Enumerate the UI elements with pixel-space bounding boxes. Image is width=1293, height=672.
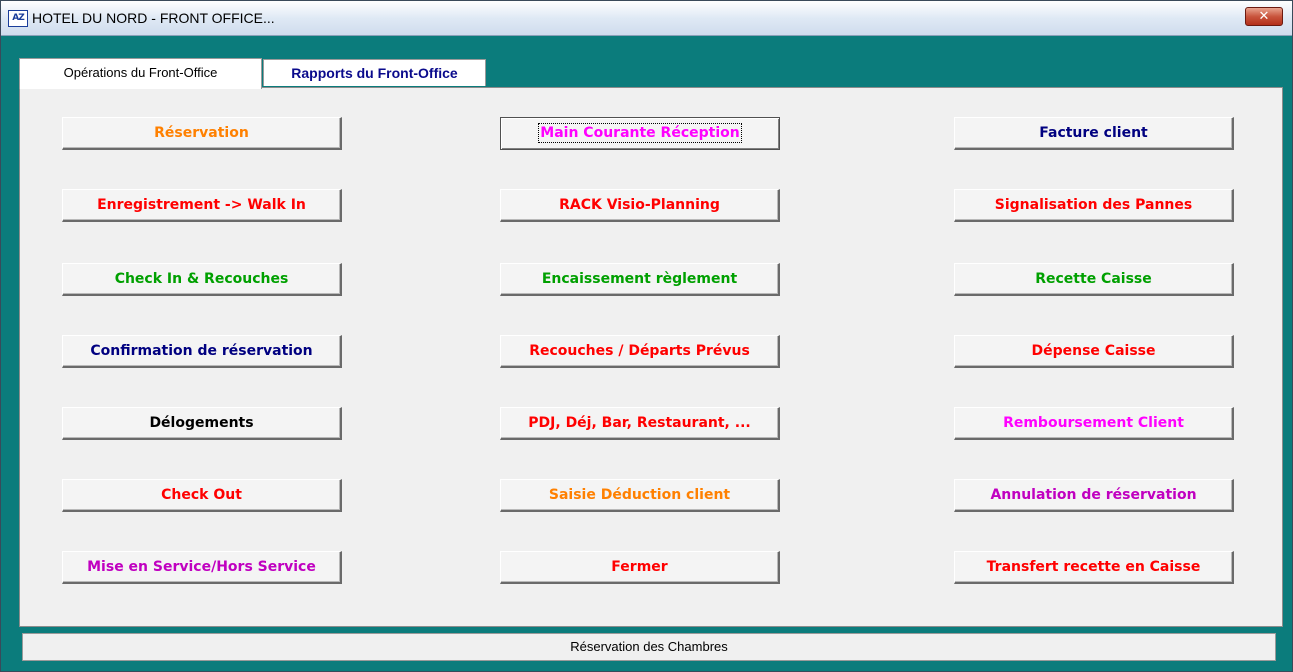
- button-label: Encaissement règlement: [541, 271, 738, 287]
- button-label: Check In & Recouches: [114, 271, 289, 287]
- button-label: Enregistrement -> Walk In: [97, 197, 306, 213]
- window-title: HOTEL DU NORD - FRONT OFFICE...: [32, 10, 275, 26]
- mise-en-service-button[interactable]: Mise en Service/Hors Service: [62, 551, 342, 584]
- status-bar: Réservation des Chambres: [22, 633, 1276, 661]
- check-in-button[interactable]: Check In & Recouches: [62, 263, 342, 296]
- button-label: Recette Caisse: [1035, 271, 1152, 287]
- close-button[interactable]: ✕: [1245, 7, 1283, 26]
- button-label: Transfert recette en Caisse: [986, 559, 1201, 575]
- button-label: Annulation de réservation: [990, 487, 1197, 503]
- button-label: Signalisation des Pannes: [994, 197, 1193, 213]
- main-courante-button[interactable]: Main Courante Réception: [500, 117, 780, 150]
- transfert-recette-button[interactable]: Transfert recette en Caisse: [954, 551, 1234, 584]
- rack-planning-button[interactable]: RACK Visio-Planning: [500, 189, 780, 222]
- button-label: Mise en Service/Hors Service: [87, 559, 316, 575]
- operations-panel: Réservation Enregistrement -> Walk In Ch…: [19, 87, 1283, 627]
- button-label: Recouches / Départs Prévus: [529, 343, 750, 359]
- main-window: AZ HOTEL DU NORD - FRONT OFFICE... ✕ Rap…: [0, 0, 1293, 672]
- button-label: Saisie Déduction client: [548, 487, 731, 503]
- status-text: Réservation des Chambres: [570, 639, 728, 654]
- button-label: Dépense Caisse: [1031, 343, 1156, 359]
- button-label: Remboursement Client: [1003, 415, 1184, 431]
- facture-client-button[interactable]: Facture client: [954, 117, 1234, 150]
- confirmation-reservation-button[interactable]: Confirmation de réservation: [62, 335, 342, 368]
- tab-label: Rapports du Front-Office: [291, 65, 458, 81]
- annulation-reservation-button[interactable]: Annulation de réservation: [954, 479, 1234, 512]
- tab-rapports-front-office[interactable]: Rapports du Front-Office: [263, 59, 486, 86]
- button-label: PDJ, Déj, Bar, Restaurant, ...: [528, 415, 751, 431]
- reservation-button[interactable]: Réservation: [62, 117, 342, 150]
- walk-in-button[interactable]: Enregistrement -> Walk In: [62, 189, 342, 222]
- delogements-button[interactable]: Délogements: [62, 407, 342, 440]
- tab-operations-front-office[interactable]: Opérations du Front-Office: [19, 58, 262, 89]
- check-out-button[interactable]: Check Out: [62, 479, 342, 512]
- button-label: RACK Visio-Planning: [559, 197, 720, 213]
- button-label: Fermer: [611, 559, 668, 575]
- signalisation-pannes-button[interactable]: Signalisation des Pannes: [954, 189, 1234, 222]
- encaissement-button[interactable]: Encaissement règlement: [500, 263, 780, 296]
- button-label: Check Out: [161, 487, 242, 503]
- fermer-button[interactable]: Fermer: [500, 551, 780, 584]
- remboursement-client-button[interactable]: Remboursement Client: [954, 407, 1234, 440]
- pdj-bar-restaurant-button[interactable]: PDJ, Déj, Bar, Restaurant, ...: [500, 407, 780, 440]
- button-label: Main Courante Réception: [538, 123, 742, 143]
- app-icon: AZ: [8, 10, 28, 27]
- recette-caisse-button[interactable]: Recette Caisse: [954, 263, 1234, 296]
- saisie-deduction-button[interactable]: Saisie Déduction client: [500, 479, 780, 512]
- close-icon: ✕: [1258, 9, 1270, 24]
- button-label: Réservation: [154, 125, 249, 141]
- depense-caisse-button[interactable]: Dépense Caisse: [954, 335, 1234, 368]
- button-label: Délogements: [149, 415, 254, 431]
- title-bar[interactable]: AZ HOTEL DU NORD - FRONT OFFICE... ✕: [1, 1, 1292, 36]
- button-label: Confirmation de réservation: [90, 343, 313, 359]
- recouches-departs-button[interactable]: Recouches / Départs Prévus: [500, 335, 780, 368]
- button-label: Facture client: [1039, 125, 1148, 141]
- tab-label: Opérations du Front-Office: [63, 65, 218, 80]
